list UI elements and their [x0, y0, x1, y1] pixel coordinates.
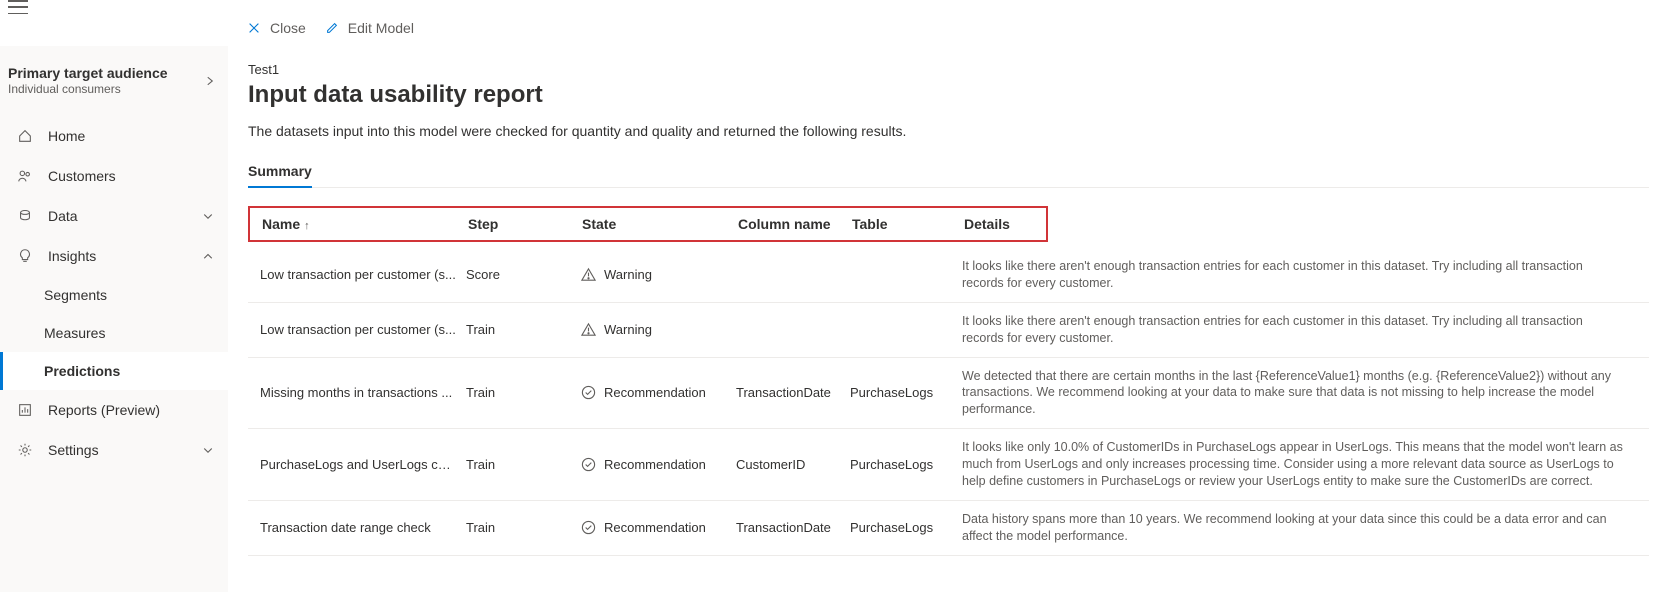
cell-column: TransactionDate — [736, 385, 850, 400]
cell-name: Missing months in transactions ... — [260, 385, 466, 400]
nav-segments[interactable]: Segments — [0, 276, 228, 314]
cell-state: Warning — [580, 267, 736, 283]
nav-predictions-label: Predictions — [44, 363, 120, 379]
cell-step: Train — [466, 457, 580, 472]
close-button[interactable]: Close — [246, 20, 306, 36]
table-header-row: Name↑ Step State Column name Table Detai… — [248, 206, 1048, 242]
chevron-down-icon — [202, 444, 214, 456]
close-label: Close — [270, 20, 306, 36]
cell-details: We detected that there are certain month… — [962, 368, 1637, 419]
cell-name: PurchaseLogs and UserLogs cus... — [260, 457, 466, 472]
table-row[interactable]: PurchaseLogs and UserLogs cus...TrainRec… — [248, 429, 1649, 501]
cell-state: Recommendation — [580, 520, 736, 536]
audience-selector[interactable]: Primary target audience Individual consu… — [0, 54, 228, 112]
cell-step: Train — [466, 385, 580, 400]
page-title: Input data usability report — [248, 81, 1649, 109]
header-details[interactable]: Details — [964, 216, 1034, 232]
table-row[interactable]: Transaction date range checkTrainRecomme… — [248, 501, 1649, 556]
nav-reports-label: Reports (Preview) — [48, 402, 160, 418]
nav-reports[interactable]: Reports (Preview) — [0, 390, 228, 430]
header-table[interactable]: Table — [852, 216, 964, 232]
table-row[interactable]: Low transaction per customer (s...TrainW… — [248, 303, 1649, 358]
edit-model-label: Edit Model — [348, 20, 414, 36]
nav-customers-label: Customers — [48, 168, 116, 184]
table-row[interactable]: Low transaction per customer (s...ScoreW… — [248, 248, 1649, 303]
nav-segments-label: Segments — [44, 287, 107, 303]
tabs: Summary — [248, 157, 1649, 188]
cell-details: It looks like only 10.0% of CustomerIDs … — [962, 439, 1637, 490]
edit-model-button[interactable]: Edit Model — [324, 20, 414, 36]
cell-state: Recommendation — [580, 385, 736, 401]
main-content: Test1 Input data usability report The da… — [228, 46, 1677, 592]
cell-name: Low transaction per customer (s... — [260, 322, 466, 337]
nav-home-label: Home — [48, 128, 85, 144]
audience-title: Primary target audience — [8, 64, 168, 82]
audience-subtitle: Individual consumers — [8, 82, 168, 98]
cell-step: Train — [466, 520, 580, 535]
nav-home[interactable]: Home — [0, 116, 228, 156]
customers-icon — [16, 167, 34, 185]
header-step[interactable]: Step — [468, 216, 582, 232]
cell-name: Transaction date range check — [260, 520, 466, 535]
cell-column: CustomerID — [736, 457, 850, 472]
cell-state: Recommendation — [580, 456, 736, 472]
cell-table: PurchaseLogs — [850, 457, 962, 472]
cell-table: PurchaseLogs — [850, 385, 962, 400]
nav-settings[interactable]: Settings — [0, 430, 228, 470]
chevron-right-icon — [204, 75, 216, 87]
home-icon — [16, 127, 34, 145]
sidebar: Primary target audience Individual consu… — [0, 46, 228, 592]
nav-data-label: Data — [48, 208, 78, 224]
nav-insights-label: Insights — [48, 248, 96, 264]
data-icon — [16, 207, 34, 225]
sort-asc-icon: ↑ — [304, 220, 310, 232]
chevron-up-icon — [202, 250, 214, 262]
table-row[interactable]: Missing months in transactions ...TrainR… — [248, 358, 1649, 430]
cell-column: TransactionDate — [736, 520, 850, 535]
page-description: The datasets input into this model were … — [248, 123, 1649, 139]
header-name[interactable]: Name↑ — [262, 216, 468, 232]
warning-icon — [580, 267, 596, 283]
checkmark-circle-icon — [580, 385, 596, 401]
nav-predictions[interactable]: Predictions — [0, 352, 228, 390]
cell-details: Data history spans more than 10 years. W… — [962, 511, 1637, 545]
warning-icon — [580, 322, 596, 338]
breadcrumb: Test1 — [248, 62, 1649, 77]
chevron-down-icon — [202, 210, 214, 222]
checkmark-circle-icon — [580, 520, 596, 536]
header-column[interactable]: Column name — [738, 216, 852, 232]
header-state[interactable]: State — [582, 216, 738, 232]
checkmark-circle-icon — [580, 456, 596, 472]
cell-details: It looks like there aren't enough transa… — [962, 258, 1637, 292]
nav-customers[interactable]: Customers — [0, 156, 228, 196]
nav-measures-label: Measures — [44, 325, 105, 341]
nav-settings-label: Settings — [48, 442, 99, 458]
cell-table: PurchaseLogs — [850, 520, 962, 535]
reports-icon — [16, 401, 34, 419]
cell-name: Low transaction per customer (s... — [260, 267, 466, 282]
report-table: Name↑ Step State Column name Table Detai… — [248, 206, 1649, 556]
insights-icon — [16, 247, 34, 265]
cell-state: Warning — [580, 322, 736, 338]
cell-step: Score — [466, 267, 580, 282]
cell-step: Train — [466, 322, 580, 337]
nav-insights[interactable]: Insights — [0, 236, 228, 276]
nav-measures[interactable]: Measures — [0, 314, 228, 352]
tab-summary[interactable]: Summary — [248, 157, 312, 187]
edit-icon — [324, 20, 340, 36]
settings-icon — [16, 441, 34, 459]
cell-details: It looks like there aren't enough transa… — [962, 313, 1637, 347]
close-icon — [246, 20, 262, 36]
nav-data[interactable]: Data — [0, 196, 228, 236]
